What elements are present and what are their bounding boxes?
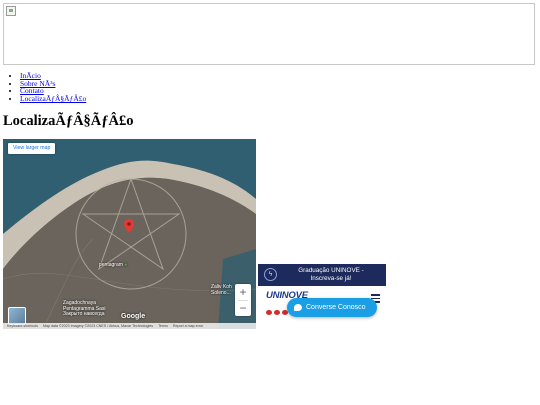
zagadochnaya-label: Zagadochnaya Pentagramma Sasi Закрыто навс… <box>63 300 106 317</box>
view-larger-map-link[interactable]: View larger map <box>8 143 56 154</box>
map-data-text: Map data ©2023 Imagery ©2023 CNES / Airb… <box>42 324 154 328</box>
map-pin-icon[interactable] <box>124 219 134 233</box>
google-logo: Google <box>121 313 146 320</box>
zoom-control: + − <box>235 284 251 316</box>
park-icon: ● <box>124 262 128 268</box>
keyboard-shortcuts-link[interactable]: Keyboard shortcuts <box>7 324 38 328</box>
ad-header-line2: Inscreva-se já! <box>310 275 352 282</box>
ad-header-line1: Graduação UNINOVE - <box>298 267 364 274</box>
chat-button[interactable]: Converse Conosco <box>287 298 377 317</box>
map-embed[interactable]: View larger map pentagram ● Zaliv Koh Sol… <box>3 139 256 329</box>
lightning-icon: ϟ <box>264 268 277 281</box>
broken-image-icon <box>6 6 16 16</box>
zoom-in-button[interactable]: + <box>235 284 251 300</box>
zoom-separator <box>238 300 248 301</box>
report-error-link[interactable]: Report a map error <box>173 324 203 328</box>
zoom-out-button[interactable]: − <box>235 300 251 316</box>
chat-button-label: Converse Conosco <box>306 304 366 311</box>
ad-header[interactable]: ϟ Graduação UNINOVE - Inscreva-se já! <box>258 264 386 286</box>
banner-image <box>3 3 535 65</box>
terms-link[interactable]: Terms <box>158 324 168 328</box>
chat-bubble-icon <box>294 304 302 311</box>
map-attribution: Keyboard shortcuts Map data ©2023 Imager… <box>3 323 256 329</box>
main-nav: InÃ­cio Sobre NÃ³s Contato LocalizaÃƒÂ§Ã… <box>20 72 86 102</box>
nav-item-localizacao: LocalizaÃƒÂ§ÃƒÂ£o <box>20 94 86 103</box>
pentagram-label: pentagram ● <box>99 262 128 268</box>
zaliv-label: Zaliv Koh Soleno... <box>211 284 232 296</box>
nav-link-localizacao[interactable]: LocalizaÃƒÂ§ÃƒÂ£o <box>20 94 86 103</box>
page-title: LocalizaÃƒÂ§ÃƒÂ£o <box>3 113 134 129</box>
satellite-imagery <box>3 139 256 329</box>
